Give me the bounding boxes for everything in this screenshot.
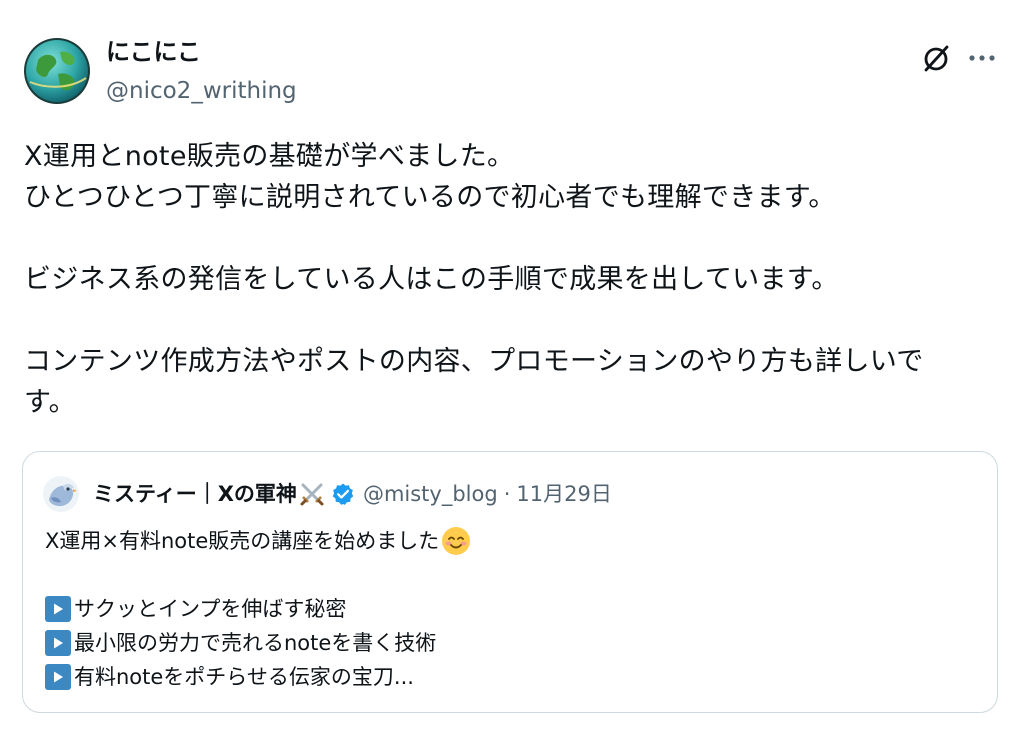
verified-badge-icon [331, 482, 355, 506]
smiling-face-emoji-icon [441, 526, 471, 556]
quoted-author-name[interactable]: ミスティー｜Xの軍神 [93, 480, 297, 508]
quoted-bullet-line: 有料noteをポチらせる伝家の宝刀... [45, 660, 471, 694]
quoted-bullet-line: 最小限の労力で売れるnoteを書く技術 [45, 626, 471, 660]
tweet-line: ビジネス系の発信をしている人はこの手順で成果を出しています。 [24, 264, 839, 295]
quoted-tweet-text: X運用×有料note販売の講座を始めました サクッとインプを伸ばす秘密 最小限の… [45, 524, 471, 694]
author-handle[interactable]: @nico2_writhing [106, 76, 297, 106]
tweet-line: ひとつひとつ丁寧に説明されているので初心者でも理解できます。 [24, 182, 836, 213]
quoted-first-line-text: X運用×有料note販売の講座を始めました [45, 529, 440, 553]
grok-slash-icon [924, 45, 949, 72]
play-button-emoji-icon [45, 664, 71, 690]
quoted-bullet-line: サクッとインプを伸ばす秘密 [45, 592, 471, 626]
quoted-author-avatar[interactable] [43, 476, 79, 512]
more-dots-icon [969, 55, 995, 61]
tweet-line: す。 [24, 387, 76, 418]
grok-button[interactable] [916, 38, 956, 78]
author-name[interactable]: にこにこ [106, 37, 201, 67]
author-avatar[interactable] [24, 38, 90, 104]
quoted-bullet-text: 最小限の労力で売れるnoteを書く技術 [74, 631, 437, 655]
globe-avatar-image [24, 38, 90, 104]
tweet-text: X運用とnote販売の基礎が学べました。 ひとつひとつ丁寧に説明されているので初… [24, 136, 1009, 423]
quoted-tweet-card[interactable]: ミスティー｜Xの軍神 @misty_blog · 11月29日 X運用×有料no… [22, 451, 998, 713]
more-options-button[interactable] [962, 38, 1002, 78]
quoted-tweet-date[interactable]: 11月29日 [516, 480, 611, 508]
quoted-tweet-line: X運用×有料note販売の講座を始めました [45, 524, 471, 558]
quoted-tweet-header: ミスティー｜Xの軍神 @misty_blog · 11月29日 [93, 480, 612, 508]
separator-dot: · [503, 482, 511, 506]
quoted-author-handle[interactable]: @misty_blog [363, 480, 498, 508]
tweet-line: X運用とnote販売の基礎が学べました。 [24, 141, 515, 172]
quoted-blank-line [45, 558, 471, 592]
tweet-line: コンテンツ作成方法やポストの内容、プロモーションのやり方も詳しいで [24, 346, 924, 377]
play-button-emoji-icon [45, 596, 71, 622]
tweet-blank-line [24, 300, 1009, 341]
quoted-bullet-text: 有料noteをポチらせる伝家の宝刀... [74, 665, 414, 689]
tweet-blank-line [24, 218, 1009, 259]
play-button-emoji-icon [45, 630, 71, 656]
bird-avatar-image [43, 476, 79, 512]
crossed-swords-emoji-icon [299, 481, 325, 507]
quoted-bullet-text: サクッとインプを伸ばす秘密 [74, 597, 347, 621]
